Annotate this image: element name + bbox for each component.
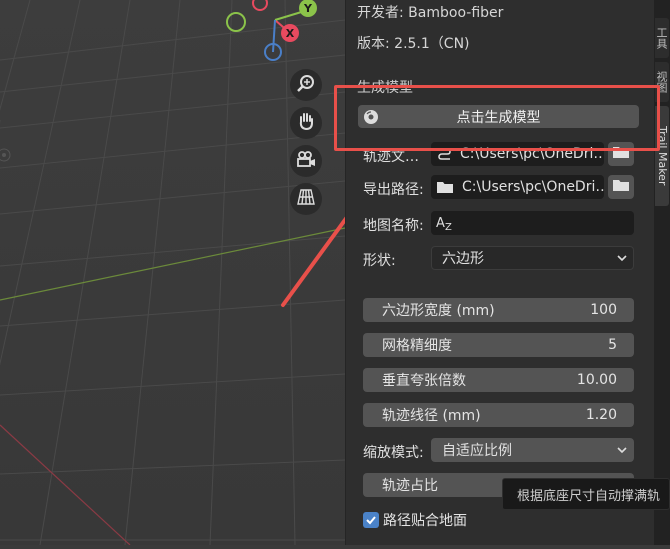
version-text: 版本: 2.5.1（CN) bbox=[357, 36, 470, 52]
grid-fineness-value: 5 bbox=[608, 337, 617, 353]
snap-to-ground-label: 路径贴合地面 bbox=[383, 513, 467, 529]
annotation-highlight-box bbox=[334, 85, 660, 151]
track-width-label: 轨迹线径 (mm) bbox=[382, 408, 481, 424]
vertical-exaggeration-value: 10.00 bbox=[576, 372, 617, 388]
hand-icon bbox=[296, 111, 316, 135]
export-path-field[interactable]: C:\Users\pc\OneDri… bbox=[431, 175, 604, 199]
shape-label: 形状: bbox=[363, 253, 396, 269]
folder-icon bbox=[436, 180, 454, 194]
svg-text:Z: Z bbox=[445, 222, 452, 232]
zoom-tool-button[interactable] bbox=[290, 69, 322, 101]
camera-icon bbox=[295, 149, 317, 173]
shape-dropdown[interactable]: 六边形 bbox=[431, 246, 634, 270]
developer-text: 开发者: Bamboo-fiber bbox=[357, 5, 504, 21]
neg-y-axis-handle[interactable] bbox=[226, 12, 246, 32]
map-name-label: 地图名称: bbox=[363, 218, 424, 234]
navigation-gizmo[interactable]: Y X bbox=[220, 0, 330, 70]
track-ratio-tooltip: 根据底座尺寸自动撑满轨 bbox=[502, 478, 670, 510]
export-path-browse-button[interactable] bbox=[608, 175, 634, 199]
map-name-field[interactable]: AZ bbox=[431, 211, 634, 235]
x-axis-label: X bbox=[286, 27, 295, 40]
track-ratio-label: 轨迹占比 bbox=[382, 478, 438, 494]
checkmark-icon bbox=[363, 512, 379, 528]
chevron-down-icon bbox=[617, 442, 627, 458]
svg-text:A: A bbox=[436, 216, 445, 231]
neg-x-axis-handle[interactable] bbox=[252, 0, 268, 11]
y-axis-label: Y bbox=[303, 2, 313, 15]
scale-mode-value: 自适应比例 bbox=[442, 443, 512, 459]
addon-sidebar-panel: 开发者: Bamboo-fiber 版本: 2.5.1（CN) 生成模型 点击生… bbox=[345, 0, 654, 545]
scale-mode-dropdown[interactable]: 自适应比例 bbox=[431, 438, 634, 462]
vertical-exaggeration-label: 垂直夸张倍数 bbox=[382, 373, 466, 389]
hex-width-label: 六边形宽度 (mm) bbox=[382, 303, 495, 319]
snap-to-ground-checkbox[interactable]: 路径贴合地面 bbox=[363, 510, 467, 530]
pan-tool-button[interactable] bbox=[290, 107, 322, 139]
camera-view-button[interactable] bbox=[290, 145, 322, 177]
track-width-value: 1.20 bbox=[585, 407, 617, 423]
track-width-field[interactable]: 轨迹线径 (mm) 1.20 bbox=[363, 403, 634, 427]
folder-icon bbox=[612, 178, 630, 196]
tab-tool[interactable]: 工具 bbox=[655, 18, 669, 58]
vertical-exaggeration-field[interactable]: 垂直夸张倍数 10.00 bbox=[363, 368, 634, 392]
sidebar-tab-strip: 工具 视图 Trail Maker bbox=[654, 0, 670, 545]
text-az-icon: AZ bbox=[435, 214, 455, 232]
export-path-label: 导出路径: bbox=[363, 182, 424, 198]
export-path-value: C:\Users\pc\OneDri… bbox=[462, 179, 604, 195]
grid-fineness-label: 网格精细度 bbox=[382, 338, 452, 354]
zoom-icon bbox=[296, 73, 316, 97]
grid-fineness-field[interactable]: 网格精细度 5 bbox=[363, 333, 634, 357]
chevron-down-icon bbox=[617, 250, 627, 266]
hex-width-value: 100 bbox=[590, 302, 617, 318]
grid-perspective-icon bbox=[296, 187, 316, 211]
hex-width-field[interactable]: 六边形宽度 (mm) 100 bbox=[363, 298, 634, 322]
perspective-toggle-button[interactable] bbox=[290, 183, 322, 215]
shape-value: 六边形 bbox=[442, 251, 484, 267]
scale-mode-label: 缩放模式: bbox=[363, 445, 424, 461]
